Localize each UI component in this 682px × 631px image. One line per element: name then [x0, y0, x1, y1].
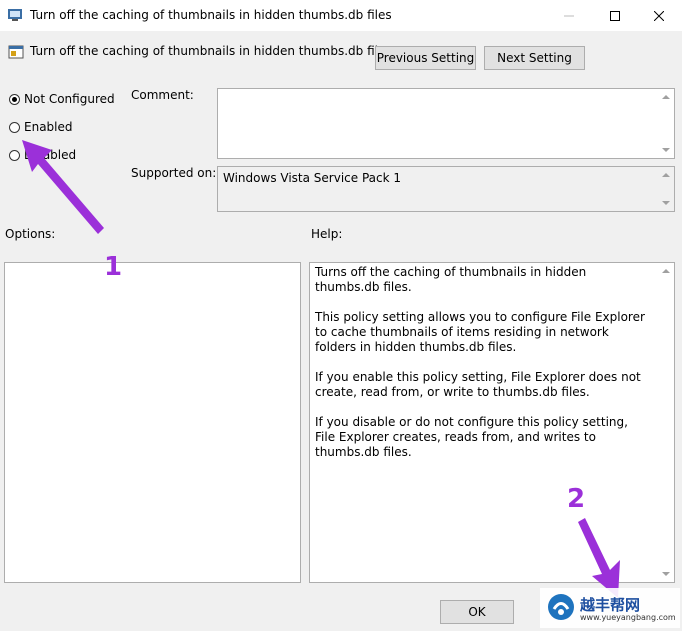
annotation-number-1: 1: [104, 252, 123, 282]
watermark: 越丰帮网 www.yueyangbang.com: [540, 588, 680, 628]
watermark-brand: 越丰帮网: [580, 596, 641, 614]
annotation-overlay: [22, 140, 620, 598]
watermark-url: www.yueyangbang.com: [580, 613, 676, 622]
annotation-arrow-2: [578, 518, 620, 598]
annotation-arrow-1: [22, 140, 104, 234]
annotation-number-2: 2: [567, 484, 586, 514]
watermark-logo-icon: [546, 592, 576, 622]
